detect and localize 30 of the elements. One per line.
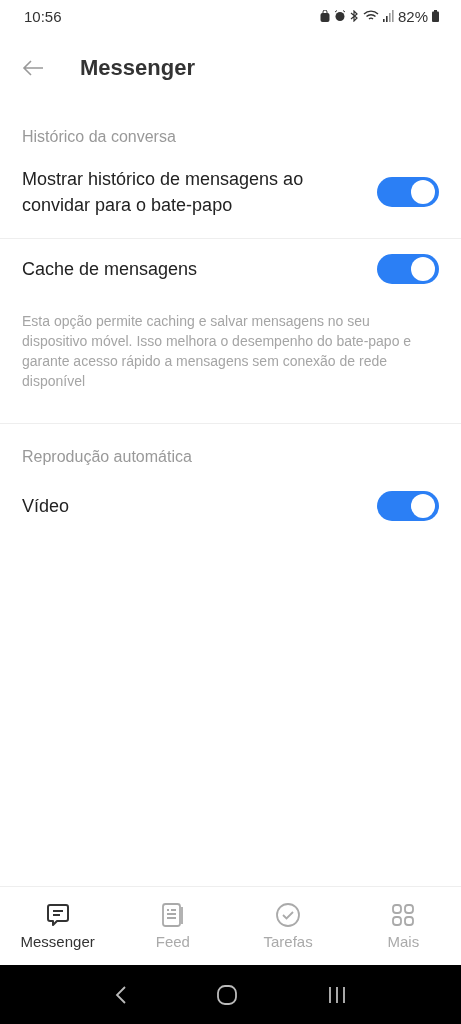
check-circle-icon [275,902,302,928]
setting-label: Cache de mensagens [22,258,199,281]
grid-icon [390,902,417,928]
nav-tab[interactable]: Mais [345,887,461,965]
setting-label: Vídeo [22,495,71,518]
bluetooth-icon [349,10,359,22]
battery-percent: 82% [397,7,428,25]
screen-title: Messenger [80,55,195,81]
status-time: 10:56 [24,7,62,25]
back-icon[interactable] [115,984,128,1005]
nav-tab[interactable]: Messenger [0,887,116,965]
home-icon[interactable] [217,984,238,1005]
toggle-switch[interactable] [377,177,439,207]
section-title: Reprodução automática [21,447,193,467]
nav-tab[interactable]: Tarefas [230,887,346,965]
signal-icon [382,10,394,22]
battery-icon [432,10,439,22]
back-arrow-icon[interactable] [22,60,44,76]
chat-bubble-icon [44,902,71,928]
section-title: Histórico da conversa [21,127,177,147]
toggle-switch[interactable] [377,254,439,284]
toggle-switch[interactable] [377,491,439,521]
lock-icon [319,10,330,22]
document-icon [159,902,186,928]
wifi-icon [362,10,379,22]
alarm-icon [333,10,346,22]
setting-description: Esta opção permite caching e salvar mensagens no seu dispositivo móvel. Isso melhora o desempenho do bate-papo e garante acesso rápido a mensagens sem conexão de rede disponível [21,312,413,391]
recent-apps-icon[interactable] [327,985,346,1004]
nav-tab[interactable]: Feed [115,887,231,965]
setting-label: Mostrar histórico de mensagens ao convidar para o bate-papo [22,168,305,217]
